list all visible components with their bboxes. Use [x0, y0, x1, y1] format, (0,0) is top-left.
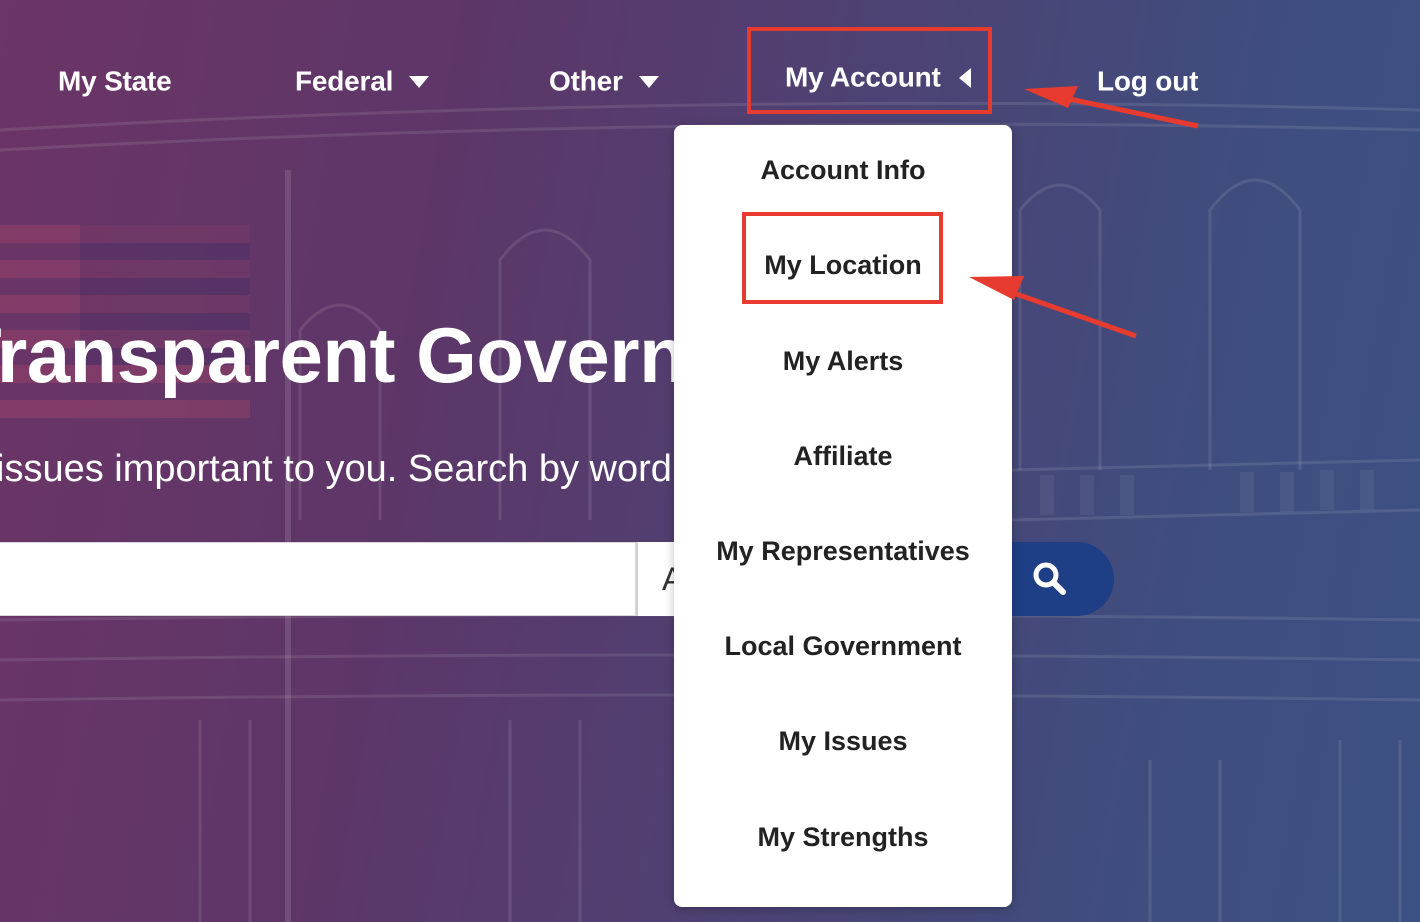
- nav-federal-label: Federal: [295, 65, 394, 97]
- nav-log-out-label: Log out: [1097, 65, 1199, 97]
- search-icon: [1033, 562, 1066, 595]
- nav-my-state[interactable]: My State: [58, 64, 172, 98]
- search-input[interactable]: [0, 542, 636, 616]
- menu-item-my-alerts[interactable]: My Alerts: [674, 346, 1012, 377]
- menu-item-account-info[interactable]: Account Info: [674, 155, 1012, 186]
- nav-other-label: Other: [549, 65, 623, 97]
- menu-item-affiliate[interactable]: Affiliate: [674, 441, 1012, 472]
- nav-log-out[interactable]: Log out: [1097, 64, 1198, 98]
- nav-my-account-label: My Account: [785, 61, 941, 93]
- menu-item-my-issues[interactable]: My Issues: [674, 726, 1012, 757]
- caret-left-icon: [958, 67, 971, 88]
- menu-item-local-government[interactable]: Local Government: [674, 631, 1012, 662]
- nav-other[interactable]: Other: [549, 64, 659, 98]
- nav-federal[interactable]: Federal: [295, 64, 430, 98]
- caret-down-icon: [409, 75, 430, 88]
- menu-item-my-representatives[interactable]: My Representatives: [674, 536, 1012, 567]
- menu-item-my-location[interactable]: My Location: [674, 250, 1012, 281]
- account-dropdown-menu: Account Info My Location My Alerts Affil…: [674, 125, 1012, 907]
- nav-my-state-label: My State: [58, 65, 172, 97]
- caret-down-icon: [638, 75, 659, 88]
- menu-item-my-strengths[interactable]: My Strengths: [674, 822, 1012, 853]
- hero-subtitle: issues important to you. Search by word: [0, 448, 672, 490]
- nav-my-account[interactable]: My Account: [785, 60, 971, 94]
